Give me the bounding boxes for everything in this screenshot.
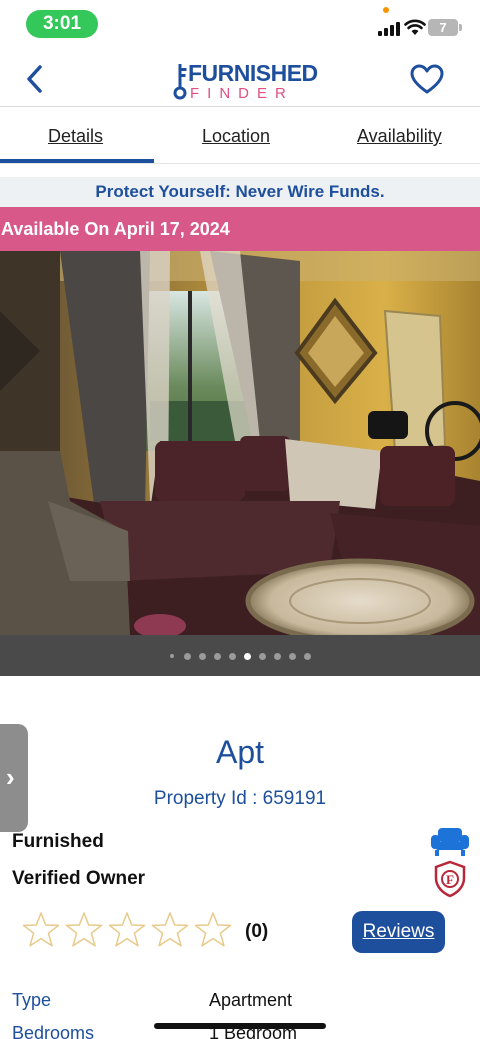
privacy-indicator-icon [383,7,389,13]
availability-banner: Available On April 17, 2024 [0,207,480,251]
key-icon [173,64,187,100]
tab-details[interactable]: Details [48,126,103,147]
battery-icon: 7 [428,19,462,36]
gallery-pagination [0,635,480,676]
feature-verified-owner: Verified Owner [12,868,146,889]
property-details: › Apt Property Id : 659191 Furnished Ver… [0,676,480,1039]
favorite-button[interactable] [410,64,444,96]
gallery-dot[interactable] [229,653,236,660]
feature-furnished: Furnished [12,831,104,852]
star-icon [194,912,232,947]
gallery-dot[interactable] [259,653,266,660]
tab-availability[interactable]: Availability [357,126,442,147]
property-id: Property Id : 659191 [153,788,327,809]
listing-page: 3:01 7 FURNISHED FINDER Details Location… [0,0,480,1039]
info-label-type: Type [12,990,52,1010]
chevron-left-icon [27,65,42,93]
tab-location[interactable]: Location [202,126,270,147]
heart-icon [410,64,444,94]
gallery-dot[interactable] [170,654,174,658]
star-icon [151,912,189,947]
svg-text:F: F [446,872,454,887]
cellular-signal-icon [378,20,402,36]
gallery-dot[interactable] [199,653,206,660]
gallery-dot[interactable] [289,653,296,660]
gallery-dot[interactable] [214,653,221,660]
star-icon [22,912,60,947]
logo-text-top: FURNISHED [188,60,318,86]
couch-icon [431,828,469,856]
star-icon [65,912,103,947]
star-icon [108,912,146,947]
gallery-dot-active[interactable] [244,653,251,660]
tab-bar: Details Location Availability [0,108,480,164]
furnished-finder-logo[interactable]: FURNISHED FINDER [170,60,318,102]
active-tab-indicator [0,159,154,163]
nav-header: FURNISHED FINDER [0,50,480,107]
property-title: Apt [215,734,265,770]
property-photo[interactable] [0,251,480,635]
gallery-dot[interactable] [274,653,281,660]
wifi-icon [404,19,426,35]
info-label-bedrooms: Bedrooms [12,1023,95,1039]
logo-text-bottom: FINDER [190,85,294,102]
info-value-type: Apartment [209,990,293,1010]
gallery-dot[interactable] [304,653,311,660]
review-count: (0) [245,921,269,942]
status-time: 3:01 [26,10,98,38]
safety-warning-banner: Protect Yourself: Never Wire Funds. [0,177,480,207]
status-bar: 3:01 7 [0,0,480,50]
home-indicator [154,1023,326,1029]
reviews-button[interactable]: Reviews [352,911,445,953]
gallery-dot[interactable] [184,653,191,660]
verified-shield-icon: F [434,860,466,898]
back-button[interactable] [22,64,48,94]
